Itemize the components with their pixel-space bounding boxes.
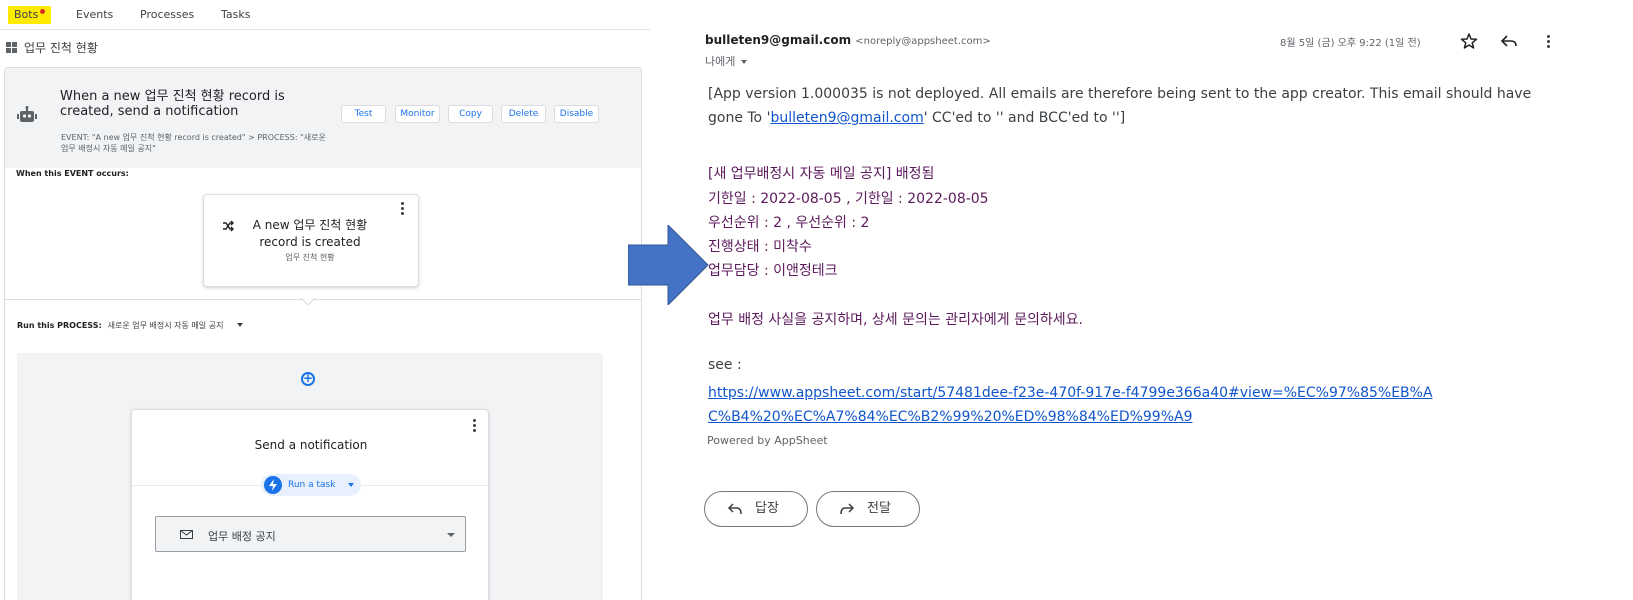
connector-notch bbox=[301, 298, 315, 306]
forward-button[interactable]: 전달 bbox=[816, 491, 920, 527]
message-date: 8월 5일 (금) 오후 9:22 (1일 전) bbox=[1280, 38, 1421, 49]
robot-icon bbox=[17, 106, 37, 122]
email-line: [새 업무배정시 자동 메일 공지] 배정됨 bbox=[708, 166, 935, 182]
more-vert-icon[interactable] bbox=[1547, 35, 1551, 49]
chevron-down-icon bbox=[348, 483, 354, 487]
sender-name: bulleten9@gmail.com bbox=[705, 33, 852, 47]
chevron-down-icon bbox=[741, 60, 748, 64]
sender: bulleten9@gmail.com <noreply@appsheet.co… bbox=[705, 33, 991, 47]
recipient-toggle[interactable]: 나에게 bbox=[705, 53, 748, 69]
process-row[interactable]: Run this PROCESS: 새로운 업무 배정시 자동 메일 공지 bbox=[17, 320, 244, 331]
add-circle-icon[interactable]: + bbox=[301, 372, 315, 386]
email-line: 기한일 : 2022-08-05 , 기한일 : 2022-08-05 bbox=[708, 191, 989, 207]
mail-icon bbox=[180, 530, 193, 539]
notice-text-end: ' CC'ed to '' and BCC'ed to ''] bbox=[923, 110, 1126, 126]
section-divider bbox=[5, 299, 641, 300]
see-label: see : bbox=[708, 357, 742, 373]
tab-bots-label: Bots bbox=[14, 8, 39, 21]
step-card[interactable]: Send a notification Run a task 업무 배정 공지 bbox=[131, 409, 490, 600]
reply-icon bbox=[727, 503, 742, 515]
reply-icon[interactable] bbox=[1500, 32, 1518, 50]
tab-tasks[interactable]: Tasks bbox=[221, 6, 250, 24]
grid-icon bbox=[6, 42, 17, 53]
tab-processes[interactable]: Processes bbox=[140, 6, 194, 24]
run-task-label: Run a task bbox=[288, 480, 336, 490]
bot-title: When a new 업무 진척 현황 record is created, s… bbox=[60, 89, 285, 119]
email-line: 진행상태 : 미착수 bbox=[708, 239, 812, 255]
monitor-button[interactable]: Monitor bbox=[395, 105, 440, 123]
appsheet-bot-editor: Bots Events Processes Tasks 업무 진척 현황 Whe… bbox=[0, 0, 650, 600]
run-task-pill[interactable]: Run a task bbox=[261, 474, 361, 496]
task-select-value: 업무 배정 공지 bbox=[208, 530, 276, 543]
bot-header: When a new 업무 진척 현황 record is created, s… bbox=[5, 68, 641, 168]
task-select[interactable]: 업무 배정 공지 bbox=[155, 516, 466, 552]
star-icon[interactable] bbox=[1460, 32, 1478, 50]
disable-button[interactable]: Disable bbox=[554, 105, 599, 123]
breadcrumb: 업무 진척 현황 bbox=[6, 40, 98, 56]
more-vert-icon[interactable] bbox=[473, 419, 477, 433]
bolt-icon bbox=[264, 476, 282, 494]
bot-card: When a new 업무 진척 현황 record is created, s… bbox=[4, 67, 642, 600]
event-card[interactable]: A new 업무 진척 현황 record is created 업무 진척 현… bbox=[203, 194, 419, 287]
test-button[interactable]: Test bbox=[341, 105, 386, 123]
notification-dot bbox=[40, 9, 46, 14]
shuffle-icon bbox=[223, 220, 234, 232]
reply-label: 답장 bbox=[755, 501, 779, 516]
app-link[interactable]: https://www.appsheet.com/start/57481dee-… bbox=[708, 381, 1448, 429]
sender-address: <noreply@appsheet.com> bbox=[855, 36, 991, 47]
chevron-down-icon bbox=[237, 323, 244, 327]
breadcrumb-label: 업무 진척 현황 bbox=[24, 41, 98, 55]
powered-by: Powered by AppSheet bbox=[707, 434, 828, 447]
email-line: 업무담당 : 이앤정테크 bbox=[708, 263, 838, 279]
forward-icon bbox=[840, 503, 855, 515]
event-section-label: When this EVENT occurs: bbox=[16, 169, 129, 178]
more-vert-icon[interactable] bbox=[401, 202, 405, 216]
gmail-message: bulleten9@gmail.com <noreply@appsheet.co… bbox=[700, 0, 1633, 600]
delete-button[interactable]: Delete bbox=[501, 105, 546, 123]
forward-label: 전달 bbox=[867, 501, 891, 516]
event-card-table: 업무 진척 현황 bbox=[285, 253, 335, 262]
notice-message: 업무 배정 사실을 공지하며, 상세 문의는 관리자에게 문의하세요. bbox=[708, 312, 1083, 328]
step-title: Send a notification bbox=[254, 438, 368, 452]
reply-button[interactable]: 답장 bbox=[704, 491, 808, 527]
deploy-notice: [App version 1.000035 is not deployed. A… bbox=[708, 82, 1568, 130]
process-value: 새로운 업무 배정시 자동 메일 공지 bbox=[107, 321, 224, 330]
event-card-title: A new 업무 진척 현황 record is created bbox=[252, 218, 368, 249]
recipient-label: 나에게 bbox=[705, 55, 736, 68]
process-label: Run this PROCESS: bbox=[17, 321, 102, 330]
email-line: 우선순위 : 2 , 우선순위 : 2 bbox=[708, 215, 870, 231]
bot-summary: EVENT: "A new 업무 진척 현황 record is created… bbox=[61, 133, 326, 153]
editor-tabs: Bots Events Processes Tasks bbox=[0, 0, 650, 30]
recipient-email-link[interactable]: bulleten9@gmail.com bbox=[770, 110, 923, 126]
tab-events[interactable]: Events bbox=[76, 6, 113, 24]
copy-button[interactable]: Copy bbox=[448, 105, 493, 123]
chevron-down-icon bbox=[447, 533, 455, 537]
tab-bots[interactable]: Bots bbox=[8, 6, 52, 24]
